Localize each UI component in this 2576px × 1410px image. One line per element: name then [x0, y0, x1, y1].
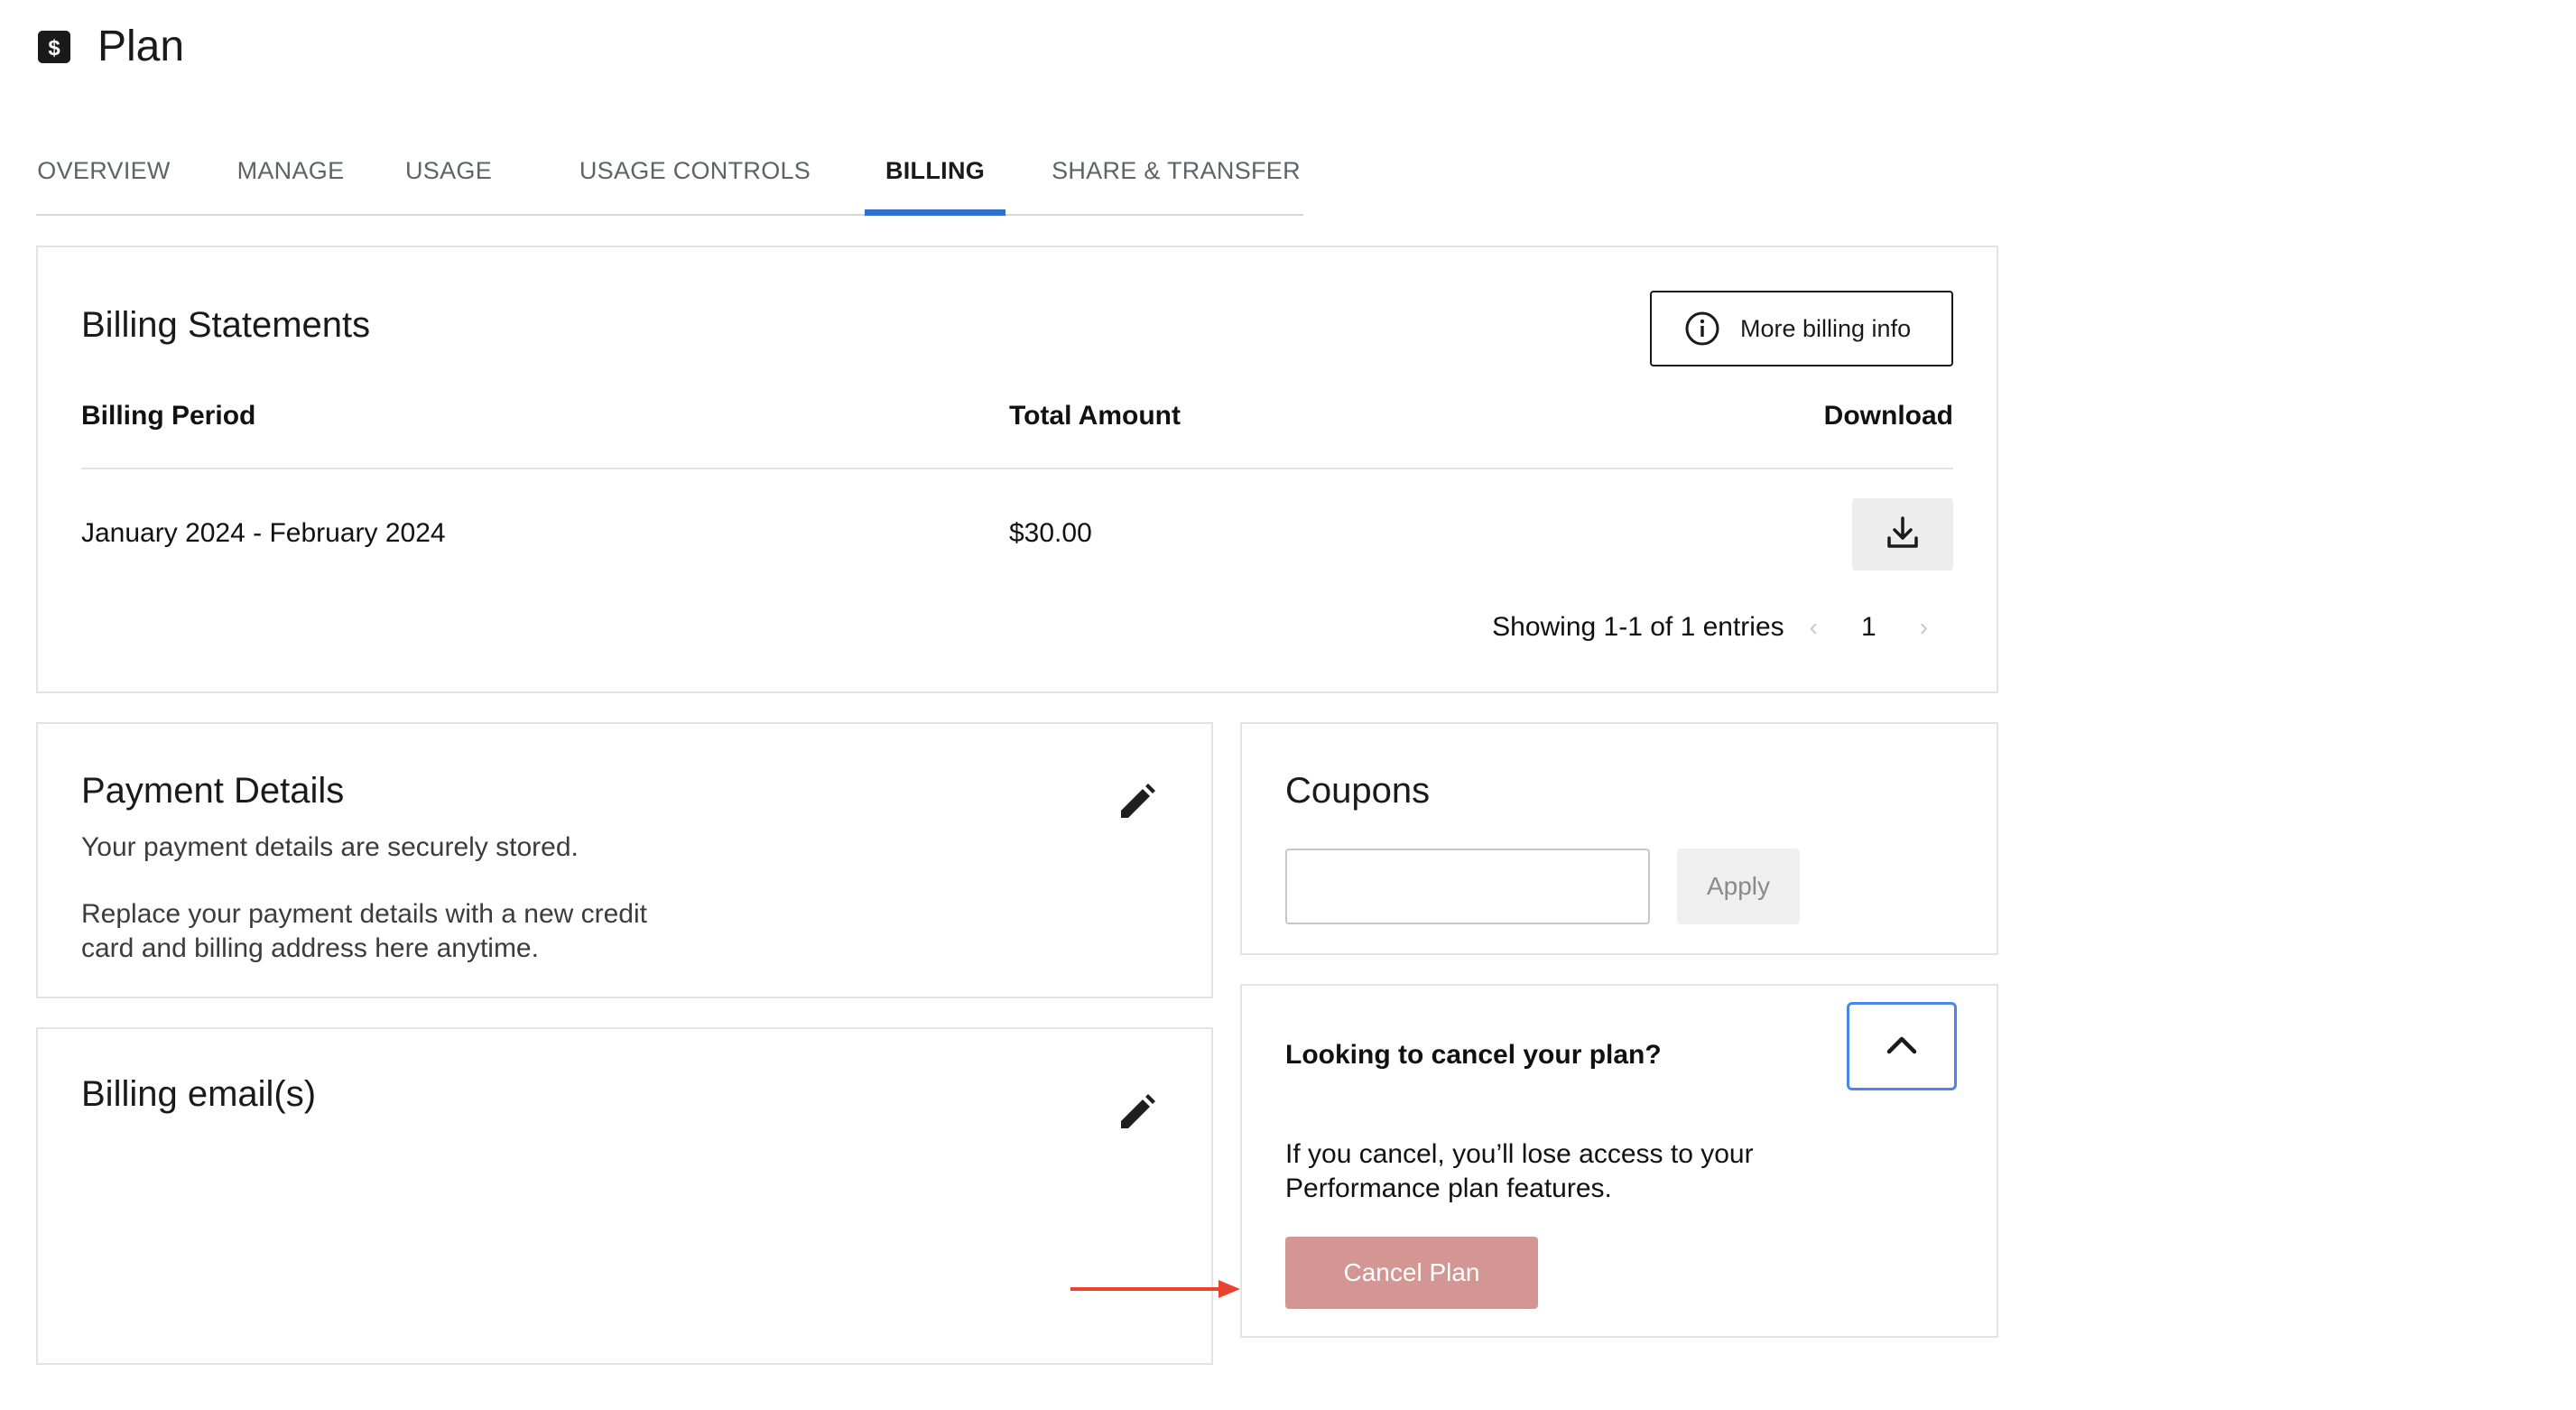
current-page[interactable]: 1: [1861, 612, 1876, 643]
more-billing-info-label: More billing info: [1740, 314, 1912, 342]
prev-page-icon[interactable]: ‹: [1810, 613, 1818, 642]
col-header-total-amount: Total Amount: [1009, 401, 1181, 431]
billing-emails-card: Billing email(s): [36, 1027, 1213, 1365]
cancel-warning-line2: Performance plan features.: [1285, 1173, 1612, 1203]
pagination: Showing 1-1 of 1 entries ‹ 1 ›: [1492, 612, 1953, 643]
page-title: Plan: [97, 23, 185, 70]
page-header: $ Plan: [36, 22, 184, 71]
cancel-plan-card: Looking to cancel your plan? If you canc…: [1240, 984, 1998, 1338]
col-header-download: Download: [1823, 401, 1953, 431]
more-billing-info-button[interactable]: More billing info: [1650, 291, 1953, 366]
tab-share-transfer[interactable]: SHARE & TRANSFER: [1045, 128, 1307, 214]
tab-usage[interactable]: USAGE: [399, 128, 498, 214]
cancel-warning-line1: If you cancel, you’ll lose access to you…: [1285, 1139, 1754, 1169]
download-button[interactable]: [1852, 498, 1953, 570]
payment-replace-text-line1: Replace your payment details with a new …: [81, 899, 647, 929]
tab-bar: OVERVIEW MANAGE USAGE USAGE CONTROLS BIL…: [36, 128, 1303, 216]
coupons-card: Coupons Apply: [1240, 722, 1998, 955]
dollar-icon: $: [36, 29, 72, 65]
table-divider: [81, 468, 1953, 469]
payment-details-card: Payment Details Your payment details are…: [36, 722, 1213, 998]
billing-statements-title: Billing Statements: [81, 305, 371, 345]
chevron-up-icon: [1884, 1032, 1920, 1062]
edit-billing-email-icon[interactable]: [1116, 1092, 1157, 1134]
cancel-question: Looking to cancel your plan?: [1285, 1040, 1662, 1070]
tab-manage[interactable]: MANAGE: [236, 128, 345, 214]
coupon-input[interactable]: [1285, 849, 1650, 924]
billing-period-cell: January 2024 - February 2024: [81, 518, 446, 548]
total-amount-cell: $30.00: [1009, 518, 1092, 548]
edit-payment-icon[interactable]: [1116, 782, 1157, 823]
apply-coupon-button[interactable]: Apply: [1677, 849, 1800, 924]
collapse-button[interactable]: [1847, 1002, 1957, 1090]
pagination-summary: Showing 1-1 of 1 entries: [1492, 612, 1784, 642]
payment-secure-text: Your payment details are securely stored…: [81, 832, 579, 862]
svg-text:$: $: [48, 36, 60, 60]
next-page-icon[interactable]: ›: [1920, 613, 1928, 642]
payment-replace-text-line2: card and billing address here anytime.: [81, 933, 539, 963]
tab-overview[interactable]: OVERVIEW: [36, 128, 171, 214]
annotation-arrow-icon: [1070, 1278, 1242, 1300]
tab-billing[interactable]: BILLING: [865, 128, 1005, 216]
billing-statements-card: Billing Statements More billing info Bil…: [36, 246, 1998, 693]
download-icon: [1883, 513, 1923, 557]
info-icon: [1684, 311, 1720, 347]
billing-emails-title: Billing email(s): [81, 1074, 317, 1114]
col-header-billing-period: Billing Period: [81, 401, 256, 431]
cancel-plan-button[interactable]: Cancel Plan: [1285, 1237, 1538, 1309]
payment-details-title: Payment Details: [81, 771, 345, 811]
tab-usage-controls[interactable]: USAGE CONTROLS: [560, 128, 830, 214]
coupons-title: Coupons: [1285, 771, 1431, 811]
